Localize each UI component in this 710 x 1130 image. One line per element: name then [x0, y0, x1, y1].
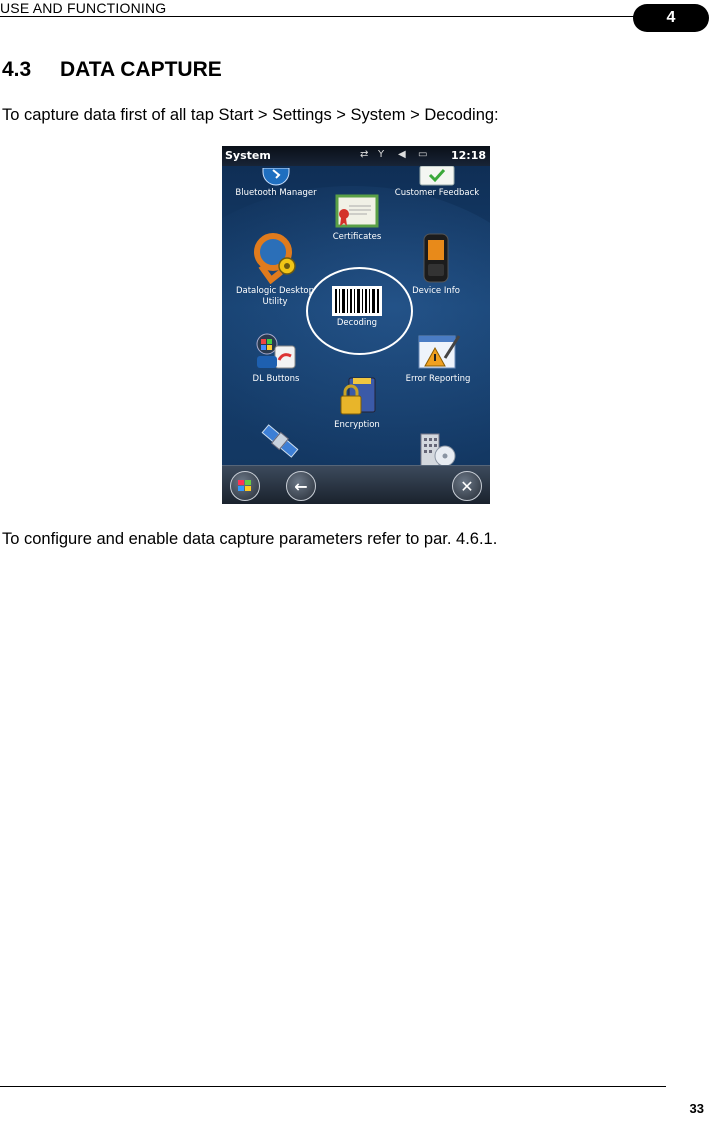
- running-header: USE AND FUNCTIONING: [0, 0, 167, 16]
- tile-label: DL Buttons: [252, 374, 300, 384]
- tile-device-info[interactable]: Device Info: [398, 232, 474, 297]
- tile-partial-left[interactable]: [252, 418, 308, 466]
- tile-label: Customer Feedback: [394, 188, 480, 198]
- windows-logo-icon: [238, 480, 251, 491]
- footer-rule: [0, 1086, 666, 1087]
- page-number: 33: [689, 1101, 704, 1116]
- tile-certificates[interactable]: Certificates: [317, 194, 397, 243]
- satellite-icon: [257, 418, 303, 464]
- battery-icon: ▭: [418, 149, 428, 160]
- building-disc-icon: [417, 432, 457, 468]
- section-title: DATA CAPTURE: [60, 58, 222, 81]
- error-reporting-icon: [415, 332, 461, 372]
- certificate-icon: [335, 194, 379, 230]
- tile-customer-feedback[interactable]: Customer Feedback: [384, 165, 490, 199]
- volume-muted-icon: ◀: [398, 149, 406, 160]
- back-button[interactable]: ←: [286, 471, 316, 501]
- tile-error-reporting[interactable]: Error Reporting: [390, 332, 486, 385]
- tile-label: Encryption: [334, 420, 380, 430]
- tile-dl-buttons[interactable]: DL Buttons: [228, 332, 324, 385]
- connectivity-icon: ⇄: [360, 149, 369, 160]
- close-button[interactable]: ✕: [452, 471, 482, 501]
- close-icon: ✕: [460, 476, 474, 496]
- tile-label: Error Reporting: [405, 374, 471, 384]
- start-button[interactable]: [230, 471, 260, 501]
- handheld-device-icon: [419, 232, 453, 284]
- status-time: 12:18: [450, 149, 486, 162]
- datalogic-utility-icon: [251, 232, 299, 285]
- feedback-icon: [418, 165, 456, 186]
- status-bar: System ⇄ Y ◀ ▭ 12:18: [222, 146, 490, 166]
- section-heading: 4.3 DATA CAPTURE: [2, 58, 222, 82]
- decoding-highlight-circle: [306, 267, 413, 355]
- section-number: 4.3: [2, 58, 32, 81]
- tile-label: Bluetooth Manager: [235, 188, 317, 198]
- tile-bluetooth-manager[interactable]: Bluetooth Manager: [226, 167, 326, 199]
- encryption-icon: [337, 376, 377, 418]
- intro-paragraph: To capture data first of all tap Start >…: [2, 106, 499, 124]
- dl-buttons-icon: [253, 332, 299, 372]
- tile-encryption[interactable]: Encryption: [320, 376, 394, 431]
- tile-label: Certificates: [332, 232, 382, 242]
- outro-paragraph: To configure and enable data capture par…: [2, 530, 498, 548]
- bluetooth-icon: [261, 167, 291, 186]
- signal-icon: Y: [378, 149, 385, 160]
- chapter-number-badge: 4: [633, 4, 709, 32]
- status-title: System: [225, 149, 271, 162]
- header-rule: [0, 16, 640, 17]
- back-arrow-icon: ←: [294, 476, 308, 496]
- bottom-soft-key-bar: ← ✕: [222, 465, 490, 504]
